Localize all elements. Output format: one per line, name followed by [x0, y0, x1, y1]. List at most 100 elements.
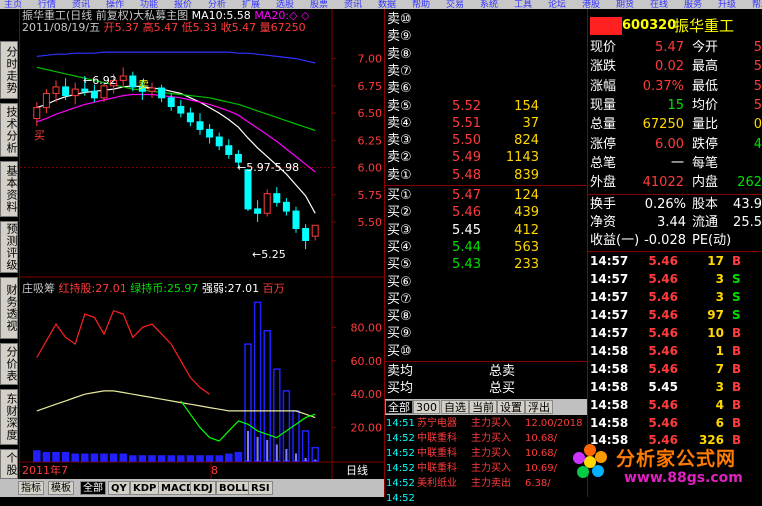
menu-item[interactable]: 资讯	[72, 0, 90, 9]
news-value: 10.69/	[525, 463, 557, 474]
candle-body	[244, 169, 252, 210]
left-tab[interactable]: 东财深度	[0, 389, 18, 445]
indicator-tab[interactable]: 模板	[48, 481, 74, 495]
left-tab[interactable]: 财务透视	[0, 277, 18, 339]
list-tab[interactable]: 自选	[441, 400, 469, 414]
news-action: 主力买入	[471, 448, 511, 459]
quote-value: 5.47	[655, 40, 684, 55]
menu-item[interactable]: 帮助	[412, 0, 430, 9]
quote-label: 股本	[692, 197, 719, 213]
news-time: 14:52	[386, 478, 415, 489]
list-tab[interactable]: 设置	[497, 400, 525, 414]
left-tab[interactable]: 技术分析	[0, 103, 18, 157]
menu-item[interactable]: 资讯	[344, 0, 362, 9]
sell-level-volume: 824	[514, 133, 539, 149]
indicator-tab[interactable]: QY	[108, 481, 130, 495]
watermark-title: 分析家公式网	[616, 448, 737, 470]
menu-item[interactable]: 港股	[582, 0, 600, 9]
quote-value	[728, 155, 762, 172]
list-tab[interactable]: 浮出	[525, 400, 553, 414]
candle-body	[158, 87, 166, 99]
chart-canvas[interactable]: 7.00 6.75 6.50 6.25 6.00 5.75 5.50 80.00 60.00 40…	[20, 9, 384, 479]
y-tick-label: 5.50	[358, 216, 383, 229]
menu-item[interactable]: 股票	[310, 0, 328, 9]
news-row[interactable]: 14:52 中联重科 主力买入 10.69/	[385, 462, 587, 476]
tick-direction: S	[732, 272, 741, 287]
candle-body	[311, 224, 319, 237]
menu-item[interactable]: 工具	[514, 0, 532, 9]
candle-body	[254, 208, 262, 214]
indicator-tab[interactable]: KDJ	[190, 481, 216, 495]
buy-signal-mark: 买	[34, 129, 45, 142]
menu-item[interactable]: 扩展	[242, 0, 260, 9]
quote-value: 0.02	[655, 59, 684, 75]
menu-item[interactable]: 升级	[718, 0, 736, 9]
indicator-tab[interactable]: 全部	[80, 481, 106, 495]
menu-item[interactable]: 行情	[38, 0, 56, 9]
news-stock[interactable]: 美利纸业	[417, 477, 457, 491]
news-stock[interactable]: 中联重科	[417, 462, 457, 476]
sell-level-label: 卖③	[387, 133, 412, 149]
menu-item[interactable]: 选股	[276, 0, 294, 9]
news-row[interactable]: 14:52 中联重科 主力买入 10.68/	[385, 432, 587, 446]
indicator-tab[interactable]: 指标	[18, 481, 44, 495]
menu-item[interactable]: 期货	[616, 0, 634, 9]
news-action: 主力买入	[471, 418, 511, 429]
news-value: 10.68/	[525, 448, 557, 459]
candle-body	[119, 75, 127, 81]
quote-label: 跌停	[692, 136, 719, 152]
menu-item[interactable]: 报价	[174, 0, 192, 9]
news-row[interactable]: 14:52 美利纸业 主力卖出 6.38/	[385, 477, 587, 491]
menu-item[interactable]: 交易	[446, 0, 464, 9]
tick-direction: B	[732, 415, 742, 430]
kline-chart-panel[interactable]: 7.00 6.75 6.50 6.25 6.00 5.75 5.50 80.00 60.00 40…	[20, 9, 384, 479]
left-tab[interactable]: 基本资料	[0, 161, 18, 217]
flow-bar	[266, 439, 269, 461]
news-stock[interactable]: 苏宁电器	[417, 417, 457, 431]
menu-item[interactable]: 主页	[4, 0, 22, 9]
left-tab[interactable]: 分价表	[0, 343, 18, 385]
tick-price: 5.46	[648, 397, 678, 412]
menu-item[interactable]: 在线	[650, 0, 668, 9]
left-tab[interactable]: 个股	[0, 449, 18, 479]
volume-bar	[177, 455, 185, 462]
news-value: 12.00/2018	[525, 418, 583, 429]
news-row[interactable]: 14:52	[385, 492, 587, 506]
news-row[interactable]: 14:52 中联重科 主力买入 10.68/	[385, 447, 587, 461]
quote-value: 43.9	[733, 197, 762, 213]
sell-level-price	[451, 28, 481, 45]
indicator-tab[interactable]: RSI	[248, 481, 273, 495]
menu-item[interactable]: 数据	[378, 0, 396, 9]
order-book: 卖⑩ 卖⑨ 卖⑧ 卖⑦ 卖⑥ 卖⑤ 5.52 154 卖④ 5.51 37 卖③ 5.50 824 卖② 5.…	[385, 9, 587, 504]
menu-item[interactable]: 帮助	[752, 0, 762, 9]
menu-item[interactable]: 分析	[208, 0, 226, 9]
menu-item[interactable]: 操作	[106, 0, 124, 9]
tick-time: 14:58	[590, 343, 629, 358]
list-tab[interactable]: 当前	[469, 400, 497, 414]
indicator-tab[interactable]: BOLL	[216, 481, 251, 495]
news-stock[interactable]: 中联重科	[417, 432, 457, 446]
quote-label: 外盘	[590, 175, 617, 191]
menu-item[interactable]: 服务	[684, 0, 702, 9]
menu-item[interactable]: 功能	[140, 0, 158, 9]
flow-bar	[304, 457, 307, 461]
sell-level-label: 卖⑦	[387, 63, 412, 79]
stock-code: 600320	[622, 18, 677, 33]
news-row[interactable]: 14:51 苏宁电器 主力买入 12.00/2018	[385, 417, 587, 431]
sell-level-label: 卖⑥	[387, 81, 412, 97]
red-hold-line	[36, 309, 210, 395]
indicator-name: 庄吸筹	[22, 282, 55, 295]
news-stock[interactable]: 中联重科	[417, 447, 457, 461]
list-tab[interactable]: 300	[413, 400, 440, 414]
candle-body	[81, 88, 89, 92]
quote-value: 67250	[642, 117, 684, 133]
left-tab[interactable]: 分时走势	[0, 41, 18, 99]
menu-item[interactable]: 论坛	[548, 0, 566, 9]
list-tab[interactable]: 全部	[385, 400, 413, 414]
total-sell-label: 总卖	[489, 364, 516, 379]
menu-item[interactable]: 系统	[480, 0, 498, 9]
indicator-tab[interactable]: KDP	[130, 481, 160, 495]
volume-bar	[129, 455, 137, 462]
tick-time: 14:58	[590, 361, 629, 376]
left-tab[interactable]: 预测评级	[0, 221, 18, 273]
